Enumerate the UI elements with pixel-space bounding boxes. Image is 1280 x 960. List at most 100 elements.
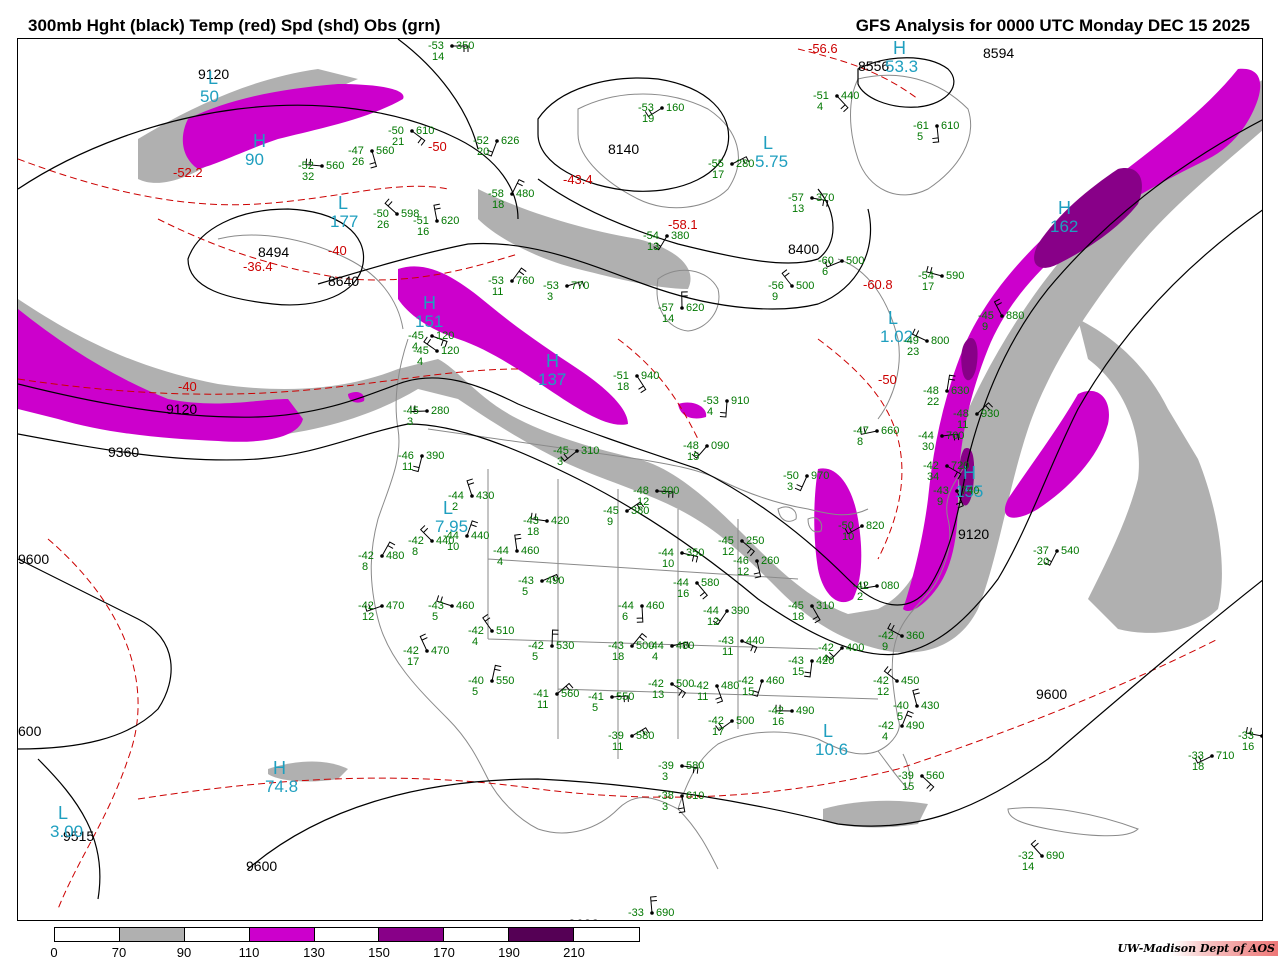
obs-dewpoint-depression: 26 <box>377 219 389 231</box>
obs-dewpoint-depression: 22 <box>927 396 939 408</box>
obs-height: 120 <box>436 330 454 342</box>
colorbar-segment <box>249 928 315 941</box>
colorbar-tick-label: 0 <box>50 945 58 960</box>
station-marker <box>810 604 814 608</box>
station-marker <box>1040 854 1044 858</box>
obs-height: 970 <box>811 470 829 482</box>
station-marker <box>610 695 614 699</box>
station-marker <box>875 429 879 433</box>
height-label: 9600 <box>1036 686 1067 702</box>
station-marker <box>790 284 794 288</box>
obs-dewpoint-depression: 9 <box>937 496 943 508</box>
obs-height: 470 <box>386 600 404 612</box>
station-marker <box>370 149 374 153</box>
station-marker <box>1210 754 1214 758</box>
obs-dewpoint-depression: 9 <box>882 641 888 653</box>
station-marker <box>945 389 949 393</box>
height-label: 9600 <box>18 551 49 567</box>
obs-dewpoint-depression: 15 <box>687 451 699 463</box>
obs-dewpoint-depression: 5 <box>592 702 598 714</box>
obs-height: 120 <box>441 345 459 357</box>
obs-dewpoint-depression: 4 <box>652 651 658 663</box>
obs-dewpoint-depression: 4 <box>822 653 828 665</box>
obs-height: 490 <box>796 705 814 717</box>
wind-barb <box>636 605 644 623</box>
obs-dewpoint-depression: 15 <box>792 666 804 678</box>
temperature-label: -43.4 <box>563 172 593 187</box>
station-marker <box>430 539 434 543</box>
station-marker <box>380 554 384 558</box>
colorbar-tick-label: 130 <box>303 945 325 960</box>
weather-map: 9120 8494 8640 8140 8400 8594 8556 9120 9360 9600… <box>17 38 1263 921</box>
station-marker <box>790 709 794 713</box>
obs-dewpoint-depression: 5 <box>532 651 538 663</box>
station-marker <box>940 274 944 278</box>
station-marker <box>410 129 414 133</box>
obs-height: 610 <box>416 125 434 137</box>
station-marker <box>470 494 474 498</box>
obs-dewpoint-depression: 9 <box>982 321 988 333</box>
station-marker <box>810 659 814 663</box>
station-marker <box>680 306 684 310</box>
obs-dewpoint-depression: 26 <box>352 156 364 168</box>
obs-height: 090 <box>711 440 729 452</box>
obs-height: 770 <box>571 280 589 292</box>
obs-height: 760 <box>946 430 964 442</box>
obs-temperature: -33 <box>628 907 644 919</box>
temperature-label: -60.8 <box>863 277 893 292</box>
station-marker <box>1055 549 1059 553</box>
hl-letter: H <box>546 351 559 371</box>
colorbar-tick-label: 170 <box>433 945 455 960</box>
obs-dewpoint-depression: 11 <box>722 646 733 658</box>
height-label: 8400 <box>788 241 819 257</box>
obs-dewpoint-depression: 14 <box>662 313 674 325</box>
obs-dewpoint-depression: 9 <box>607 516 613 528</box>
obs-dewpoint-depression: 12 <box>362 611 374 623</box>
obs-dewpoint-depression: 13 <box>652 689 664 701</box>
obs-height: 440 <box>746 635 764 647</box>
obs-height: 480 <box>676 640 694 652</box>
obs-height: 590 <box>946 270 964 282</box>
obs-height: 510 <box>496 625 514 637</box>
obs-height: 610 <box>941 120 959 132</box>
obs-dewpoint-depression: 11 <box>537 699 548 711</box>
station-marker <box>425 649 429 653</box>
wind-barb <box>719 400 728 418</box>
obs-dewpoint-depression: 5 <box>917 131 923 143</box>
hl-value: 151 <box>415 312 443 331</box>
obs-dewpoint-depression: 20 <box>477 146 489 158</box>
obs-height: 820 <box>866 520 884 532</box>
wind-barb <box>912 688 920 707</box>
obs-height: 420 <box>551 515 569 527</box>
hl-letter: L <box>823 721 833 741</box>
obs-dewpoint-depression: 5 <box>432 611 438 623</box>
wind-speed-colorbar <box>54 927 640 942</box>
obs-height: 690 <box>656 907 674 919</box>
obs-height: 560 <box>326 160 344 172</box>
temperature-label: -50 <box>878 372 897 387</box>
station-marker <box>395 212 399 216</box>
station-marker <box>925 339 929 343</box>
obs-dewpoint-depression: 12 <box>877 686 889 698</box>
obs-height: 626 <box>501 135 519 147</box>
station-marker <box>515 549 519 553</box>
obs-height: 580 <box>636 730 654 742</box>
obs-dewpoint-depression: 9 <box>772 291 778 303</box>
obs-height: 280 <box>736 158 754 170</box>
obs-height: 540 <box>1061 545 1079 557</box>
obs-dewpoint-depression: 5 <box>472 686 478 698</box>
obs-dewpoint-depression: 20 <box>1037 556 1049 568</box>
obs-dewpoint-depression: 10 <box>842 531 854 543</box>
height-label: 8140 <box>608 141 639 157</box>
obs-dewpoint-depression: 10 <box>662 558 674 570</box>
hl-letter: L <box>208 68 218 88</box>
colorbar-segment <box>55 928 120 941</box>
obs-height: 740 <box>961 485 979 497</box>
temp-contour-1 <box>18 158 449 206</box>
colorbar-segment <box>509 928 575 941</box>
map-canvas: 9120849486408140840085948556912093609600… <box>18 39 1262 920</box>
colorbar-segment <box>444 928 510 941</box>
credit-label: UW-Madison Dept of AOS <box>1114 941 1278 956</box>
obs-height: 480 <box>721 680 739 692</box>
station-marker <box>835 94 839 98</box>
